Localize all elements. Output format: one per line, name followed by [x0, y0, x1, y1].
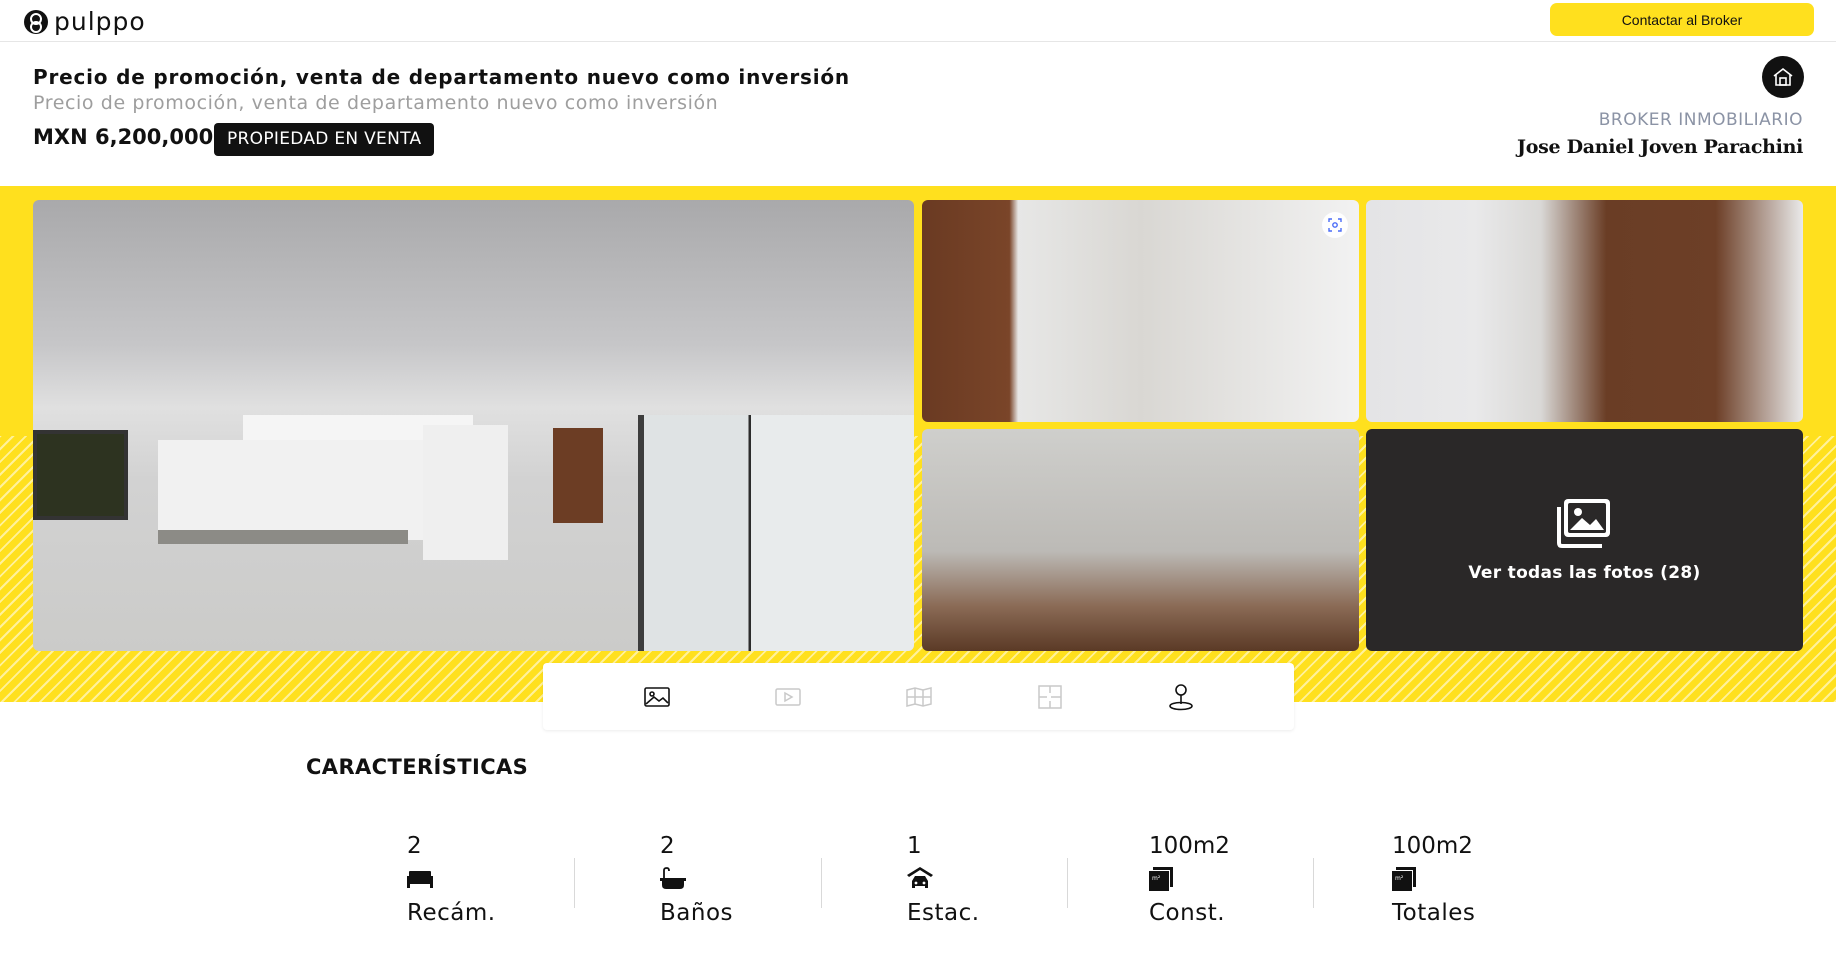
zoom-view-icon[interactable] [1322, 212, 1348, 238]
broker-role-label: BROKER INMOBILIARIO [1598, 110, 1803, 130]
feature-label: Recám. [407, 900, 496, 926]
broker-name: Jose Daniel Joven Parachini [1517, 136, 1803, 158]
feature-value: 100m2 [1392, 833, 1473, 859]
tab-location[interactable] [1167, 683, 1195, 711]
brand-logo[interactable]: pulppo [24, 7, 146, 36]
tab-photos[interactable] [643, 683, 671, 711]
feature-total-area: 100m2 m² Totales [1392, 832, 1592, 926]
main-photo-kitchen-living[interactable] [33, 200, 914, 651]
photo-countertop [158, 530, 408, 544]
location-pin-icon [1169, 684, 1193, 711]
feature-label: Const. [1149, 900, 1226, 926]
svg-text:m²: m² [1152, 875, 1161, 882]
photo-window [33, 430, 128, 520]
real-estate-icon [1773, 67, 1793, 86]
photo-kitchen-view[interactable] [922, 200, 1359, 422]
feature-value: 2 [660, 833, 675, 859]
map-icon [906, 687, 932, 707]
listing-title: Precio de promoción, venta de departamen… [33, 65, 850, 89]
listing-subtitle: Precio de promoción, venta de departamen… [33, 92, 719, 114]
tab-video[interactable] [774, 683, 802, 711]
car-parking-icon [907, 867, 1107, 890]
divider [1067, 858, 1068, 908]
tab-map[interactable] [905, 683, 933, 711]
divider [1313, 858, 1314, 908]
feature-value: 1 [907, 833, 922, 859]
svg-text:m²: m² [1395, 875, 1404, 882]
feature-parking: 1 Estac. [907, 832, 1107, 926]
view-all-photos-button[interactable]: Ver todas las fotos (28) [1366, 429, 1803, 651]
video-icon [775, 688, 801, 706]
pulppo-logo-icon [24, 9, 48, 34]
image-icon [644, 687, 670, 707]
photo-glass-doors [638, 415, 914, 651]
area-icon: m² [1149, 867, 1349, 891]
characteristics-title: CARACTERÍSTICAS [306, 755, 529, 779]
photo-wood-door [553, 428, 603, 523]
brand-name: pulppo [54, 7, 146, 36]
tab-floorplan[interactable] [1036, 683, 1064, 711]
media-tabs [543, 663, 1294, 730]
divider [574, 858, 575, 908]
feature-construction-area: 100m2 m² Const. [1149, 832, 1349, 926]
photo-bedroom-closet[interactable] [1366, 200, 1803, 422]
view-all-photos-label: Ver todas las fotos (28) [1468, 563, 1701, 583]
contact-broker-button[interactable]: Contactar al Broker [1550, 3, 1814, 36]
photo-tall-cabinet [423, 425, 508, 560]
floorplan-icon [1038, 685, 1062, 709]
gallery-icon [1556, 499, 1610, 548]
photo-bathroom[interactable] [922, 429, 1359, 651]
feature-label: Baños [660, 900, 734, 926]
bathtub-icon [660, 867, 860, 890]
feature-label: Estac. [907, 900, 980, 926]
listing-price: MXN 6,200,000 [33, 125, 214, 149]
feature-value: 100m2 [1149, 833, 1230, 859]
broker-avatar[interactable] [1762, 56, 1804, 98]
divider [821, 858, 822, 908]
bed-icon [407, 868, 607, 890]
photo-kitchen-counter [158, 440, 438, 540]
feature-value: 2 [407, 833, 422, 859]
top-navbar: pulppo Contactar al Broker [0, 0, 1836, 42]
feature-bathrooms: 2 Baños [660, 832, 860, 926]
area-icon: m² [1392, 867, 1592, 891]
status-badge: PROPIEDAD EN VENTA [214, 123, 435, 156]
feature-label: Totales [1392, 900, 1476, 926]
feature-bedrooms: 2 Recám. [407, 832, 607, 926]
